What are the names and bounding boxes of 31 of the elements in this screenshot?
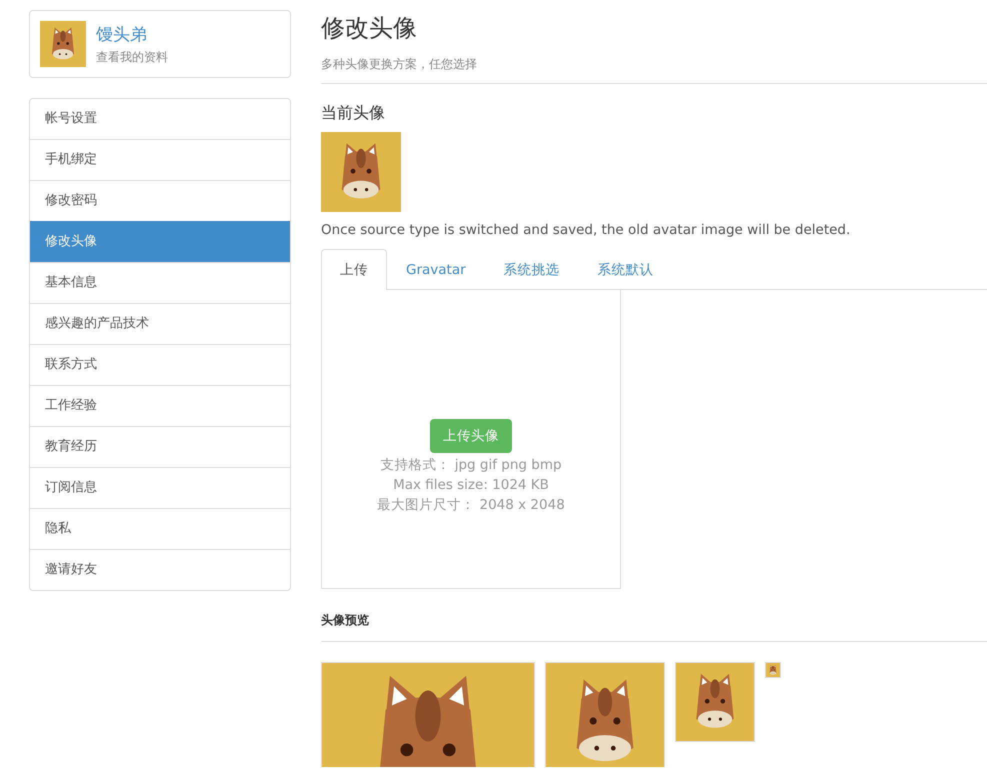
menu-item[interactable]: 感兴趣的产品技术 <box>30 303 290 344</box>
view-profile-link[interactable]: 查看我的资料 <box>96 48 168 66</box>
upload-hint-text: Max files size: 1024 KB <box>393 476 549 494</box>
menu-item[interactable]: 订阅信息 <box>30 467 290 508</box>
notice-text: Once source type is switched and saved, the old avatar image will be deleted. <box>321 222 852 238</box>
page-title: 修改头像 <box>321 13 418 44</box>
preview-title: 头像预览 <box>321 612 370 629</box>
menu-item[interactable]: 联系方式 <box>30 344 290 385</box>
menu-item[interactable]: 工作经验 <box>30 385 290 426</box>
upload-hint-text: 最大图片尺寸： 2048 x 2048 <box>377 496 565 514</box>
avatar-preview-icon <box>675 662 755 742</box>
menu-item[interactable]: 隐私 <box>30 508 290 549</box>
upload-hint-text: 支持格式： jpg gif png bmp <box>380 456 562 474</box>
menu-item[interactable]: 邀请好友 <box>30 549 290 590</box>
menu-item[interactable]: 修改头像 <box>30 221 290 262</box>
horse-avatar-icon <box>321 132 401 212</box>
tab[interactable]: 上传 <box>321 249 387 290</box>
page-subtitle: 多种头像更换方案，任您选择 <box>321 56 478 73</box>
menu-item[interactable]: 教育经历 <box>30 426 290 467</box>
horse-avatar-icon <box>40 21 86 67</box>
menu-item[interactable]: 基本信息 <box>30 262 290 303</box>
menu-item[interactable]: 帐号设置 <box>30 99 290 139</box>
tab[interactable]: Gravatar <box>387 249 485 290</box>
avatar-preview-icon <box>545 662 665 767</box>
menu-item[interactable]: 手机绑定 <box>30 139 290 180</box>
avatar-preview-icon <box>321 662 535 767</box>
user-name-link[interactable]: 馒头弟 <box>96 22 168 46</box>
tab[interactable]: 系统挑选 <box>484 249 579 290</box>
tab[interactable]: 系统默认 <box>578 249 673 290</box>
avatar-preview-icon <box>765 662 781 678</box>
section-title: 当前头像 <box>321 103 386 124</box>
